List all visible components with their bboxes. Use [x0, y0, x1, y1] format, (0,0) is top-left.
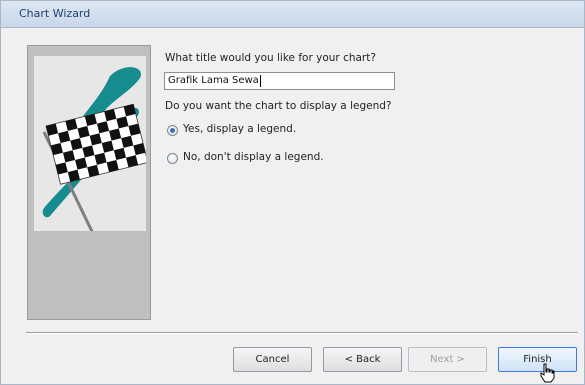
- wizard-art-panel: [27, 45, 151, 320]
- next-button[interactable]: Next >: [408, 347, 487, 372]
- chart-title-input[interactable]: Grafik Lama Sewa: [164, 72, 395, 90]
- chart-wizard-dialog: Chart Wizard What title would you like f…: [0, 0, 585, 385]
- chart-title-value: Grafik Lama Sewa: [168, 75, 259, 86]
- legend-yes-radio[interactable]: [167, 125, 178, 136]
- checkered-flag-icon: [34, 56, 149, 249]
- chart-title-prompt: What title would you like for your chart…: [165, 52, 376, 64]
- finish-button[interactable]: Finish: [498, 347, 577, 372]
- window-title: Chart Wizard: [19, 7, 91, 20]
- legend-no-label[interactable]: No, don't display a legend.: [183, 151, 324, 163]
- legend-prompt: Do you want the chart to display a legen…: [165, 100, 392, 112]
- hand-pointer-icon: [539, 363, 555, 383]
- back-button[interactable]: < Back: [323, 347, 402, 372]
- button-separator: [26, 332, 578, 334]
- legend-no-radio[interactable]: [167, 153, 178, 164]
- legend-yes-label[interactable]: Yes, display a legend.: [183, 123, 296, 135]
- title-bar[interactable]: Chart Wizard: [1, 1, 584, 28]
- cancel-button[interactable]: Cancel: [233, 347, 312, 372]
- text-caret: [260, 75, 261, 87]
